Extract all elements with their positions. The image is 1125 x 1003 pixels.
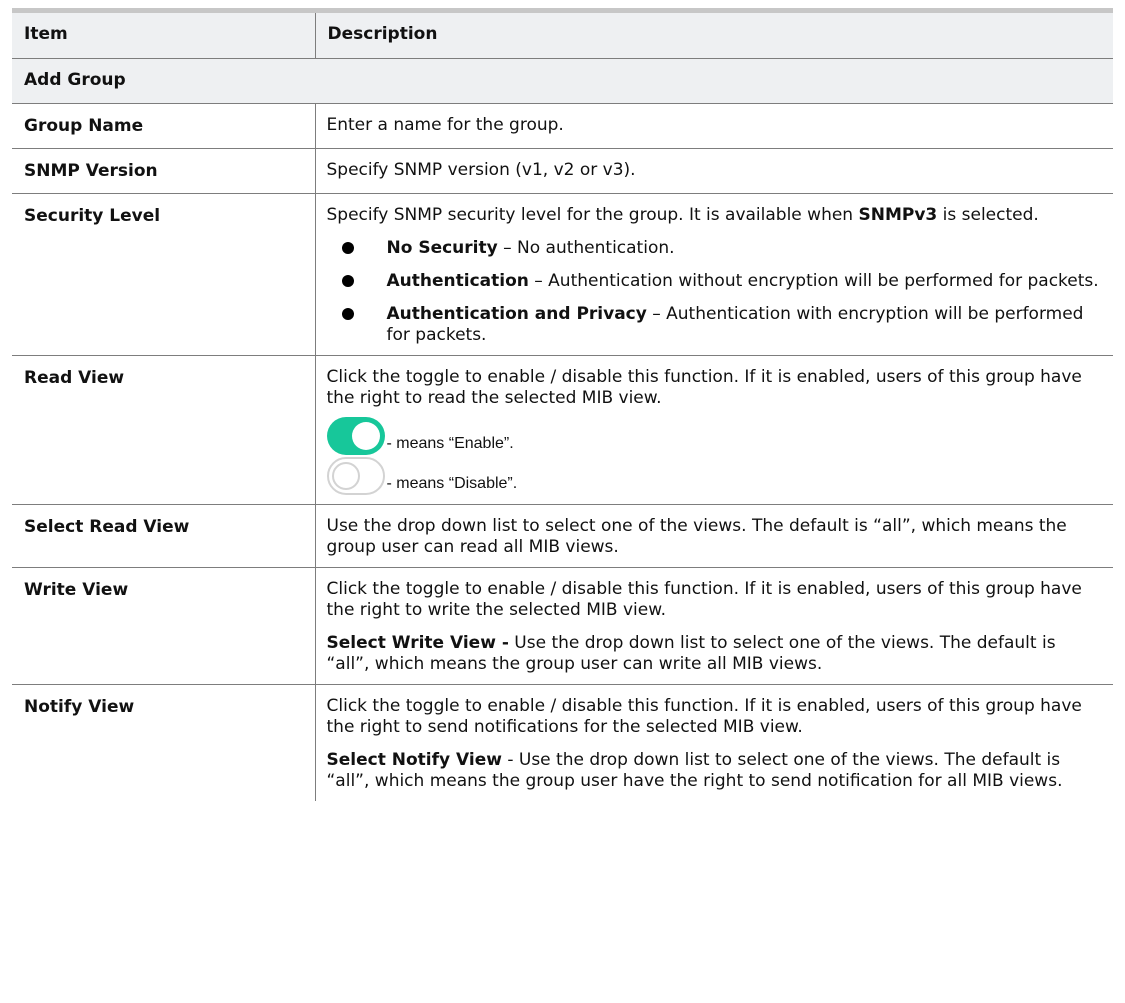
toggle-off-icon xyxy=(326,457,385,495)
desc-security-level: Specify SNMP security level for the grou… xyxy=(326,205,1039,225)
desc-snmp-version: Specify SNMP version (v1, v2 or v3). xyxy=(326,160,636,180)
description-cell: Click the toggle to enable / disable thi… xyxy=(315,355,1113,505)
header-item: Item xyxy=(12,8,316,59)
item-write-view: Write View xyxy=(24,580,129,600)
table-row: SNMP Version Specify SNMP version (v1, v… xyxy=(12,148,1113,194)
bullet-icon xyxy=(341,275,354,287)
desc-group-name: Enter a name for the group. xyxy=(326,115,564,135)
desc-select-write-view: Select Write View - Use the drop down li… xyxy=(326,633,1056,674)
list-item: Authentication – Authentication without … xyxy=(327,271,1100,292)
description-table-container: Item Description Add Group Group Name En… xyxy=(12,8,1113,801)
description-cell: Use the drop down list to select one of … xyxy=(315,504,1113,568)
security-level-list: No Security – No authentication. Authent… xyxy=(327,238,1100,346)
table-row: Security Level Specify SNMP security lev… xyxy=(12,193,1113,356)
desc-select-notify-view: Select Notify View - Use the drop down l… xyxy=(326,750,1063,791)
bullet-icon xyxy=(341,242,354,254)
item-cell: Group Name xyxy=(12,103,316,149)
section-row: Add Group xyxy=(12,58,1113,104)
item-snmp-version: SNMP Version xyxy=(24,161,158,181)
description-cell: Click the toggle to enable / disable thi… xyxy=(315,567,1113,685)
item-group-name: Group Name xyxy=(24,116,144,136)
header-description: Description xyxy=(315,8,1113,59)
item-read-view: Read View xyxy=(24,368,125,388)
item-select-read-view: Select Read View xyxy=(24,517,190,537)
item-cell: SNMP Version xyxy=(12,148,316,194)
list-item: Authentication and Privacy – Authenticat… xyxy=(327,304,1100,346)
item-cell: Security Level xyxy=(12,193,316,356)
desc-read-view: Click the toggle to enable / disable thi… xyxy=(326,367,1082,408)
toggle-disable-example: - means “Disable”. xyxy=(326,455,1100,495)
bullet-icon xyxy=(341,308,354,320)
section-title: Add Group xyxy=(12,58,1113,104)
desc-select-read-view: Use the drop down list to select one of … xyxy=(326,516,1067,557)
table-row: Group Name Enter a name for the group. xyxy=(12,103,1113,149)
toggle-enable-example: - means “Enable”. xyxy=(326,415,1100,455)
description-cell: Specify SNMP version (v1, v2 or v3). xyxy=(315,148,1113,194)
toggle-on-icon xyxy=(326,417,385,455)
table-row: Notify View Click the toggle to enable /… xyxy=(12,684,1113,802)
table-row: Write View Click the toggle to enable / … xyxy=(12,567,1113,685)
item-security-level: Security Level xyxy=(24,206,161,226)
desc-notify-view: Click the toggle to enable / disable thi… xyxy=(326,696,1082,737)
item-cell: Write View xyxy=(12,567,316,685)
description-table: Item Description Add Group Group Name En… xyxy=(12,8,1113,801)
description-cell: Specify SNMP security level for the grou… xyxy=(315,193,1113,356)
desc-write-view: Click the toggle to enable / disable thi… xyxy=(326,579,1082,620)
item-cell: Select Read View xyxy=(12,504,316,568)
description-cell: Enter a name for the group. xyxy=(315,103,1113,149)
item-cell: Notify View xyxy=(12,684,316,801)
table-row: Read View Click the toggle to enable / d… xyxy=(12,355,1113,505)
item-notify-view: Notify View xyxy=(24,697,135,717)
table-row: Select Read View Use the drop down list … xyxy=(12,504,1113,568)
description-cell: Click the toggle to enable / disable thi… xyxy=(315,685,1113,802)
item-cell: Read View xyxy=(12,355,316,505)
list-item: No Security – No authentication. xyxy=(327,238,1100,259)
table-header-row: Item Description xyxy=(12,8,1113,59)
